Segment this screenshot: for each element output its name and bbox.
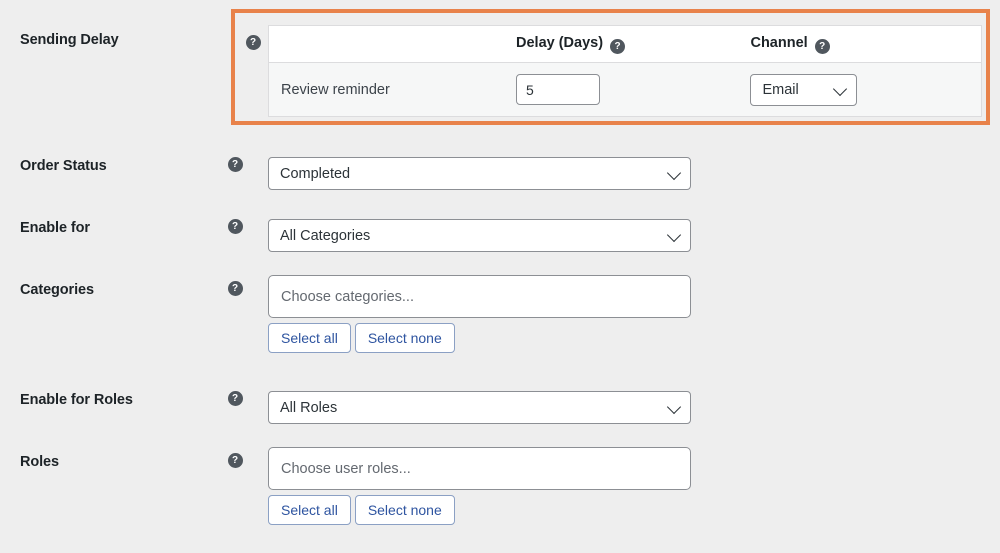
column-header-delay: Delay (Days)?: [516, 26, 750, 63]
column-header-channel-text: Channel: [750, 34, 808, 51]
order-status-select-value: Completed: [280, 165, 351, 182]
sending-delay-table-head: Delay (Days)? Channel?: [268, 25, 982, 63]
categories-input[interactable]: Choose categories...: [268, 275, 691, 318]
enable-for-roles-field: All Roles: [268, 391, 691, 424]
column-header-channel: Channel?: [750, 26, 981, 63]
categories-help-cell: ?: [222, 281, 248, 296]
categories-label: Categories: [20, 282, 94, 298]
row-enable-for: Enable for ? All Categories: [0, 219, 1000, 252]
row-roles: Roles ? Choose user roles... Select all …: [0, 447, 1000, 525]
roles-help-cell: ?: [222, 453, 248, 468]
help-icon[interactable]: ?: [227, 453, 243, 468]
help-icon[interactable]: ?: [227, 281, 243, 296]
sending-delay-help-wrap: ?: [243, 32, 263, 50]
delay-days-input[interactable]: [516, 74, 600, 105]
chevron-down-icon: [833, 81, 848, 96]
categories-placeholder: Choose categories...: [281, 288, 414, 305]
roles-select-all-button[interactable]: Select all: [268, 495, 351, 525]
sending-delay-label: Sending Delay: [20, 32, 119, 48]
help-icon[interactable]: ?: [814, 38, 830, 54]
categories-select-none-button[interactable]: Select none: [354, 323, 455, 353]
chevron-down-icon: [666, 227, 682, 242]
enable-for-select-value: All Categories: [280, 227, 371, 244]
categories-select-all-button[interactable]: Select all: [268, 323, 351, 353]
categories-field: Choose categories... Select all Select n…: [268, 275, 691, 353]
roles-input[interactable]: Choose user roles...: [268, 447, 691, 490]
help-icon[interactable]: ?: [227, 219, 243, 234]
roles-placeholder: Choose user roles...: [281, 460, 411, 477]
roles-button-row: Select all Select none: [268, 495, 691, 525]
channel-select[interactable]: Email: [750, 73, 858, 106]
help-icon[interactable]: ?: [610, 38, 626, 54]
row-enable-for-roles: Enable for Roles ? All Roles: [0, 391, 1000, 424]
help-icon[interactable]: ?: [227, 157, 243, 172]
order-status-field: Completed: [268, 157, 691, 190]
chevron-down-icon: [666, 399, 682, 414]
enable-for-roles-help-cell: ?: [222, 391, 248, 406]
table-header-row: Delay (Days)? Channel?: [268, 25, 982, 63]
roles-label: Roles: [20, 454, 59, 470]
row-order-status: Order Status ? Completed: [0, 157, 1000, 190]
categories-button-row: Select all Select none: [268, 323, 691, 353]
reminder-name-cell: Review reminder: [281, 81, 390, 98]
order-status-select[interactable]: Completed: [268, 157, 691, 190]
help-icon[interactable]: ?: [227, 391, 243, 406]
enable-for-roles-label: Enable for Roles: [20, 392, 133, 408]
order-status-label: Order Status: [20, 158, 107, 174]
order-status-help-cell: ?: [222, 157, 248, 172]
enable-for-help-cell: ?: [222, 219, 248, 234]
delay-cell: [516, 63, 750, 117]
roles-field: Choose user roles... Select all Select n…: [268, 447, 691, 525]
channel-cell: Email: [750, 63, 981, 117]
row-categories: Categories ? Choose categories... Select…: [0, 275, 1000, 353]
sending-delay-table: Delay (Days)? Channel? Review reminder E…: [268, 25, 982, 117]
sending-delay-table-body: Review reminder Email: [268, 62, 982, 117]
table-row: Review reminder Email: [268, 62, 982, 117]
roles-select-none-button[interactable]: Select none: [354, 495, 455, 525]
help-icon[interactable]: ?: [245, 35, 261, 50]
channel-select-value: Email: [762, 81, 799, 98]
enable-for-field: All Categories: [268, 219, 691, 252]
column-header-name: [269, 26, 517, 63]
enable-for-roles-select-value: All Roles: [280, 399, 338, 416]
chevron-down-icon: [666, 165, 682, 180]
enable-for-label: Enable for: [20, 220, 90, 236]
enable-for-select[interactable]: All Categories: [268, 219, 691, 252]
enable-for-roles-select[interactable]: All Roles: [268, 391, 691, 424]
column-header-delay-text: Delay (Days): [516, 34, 604, 51]
